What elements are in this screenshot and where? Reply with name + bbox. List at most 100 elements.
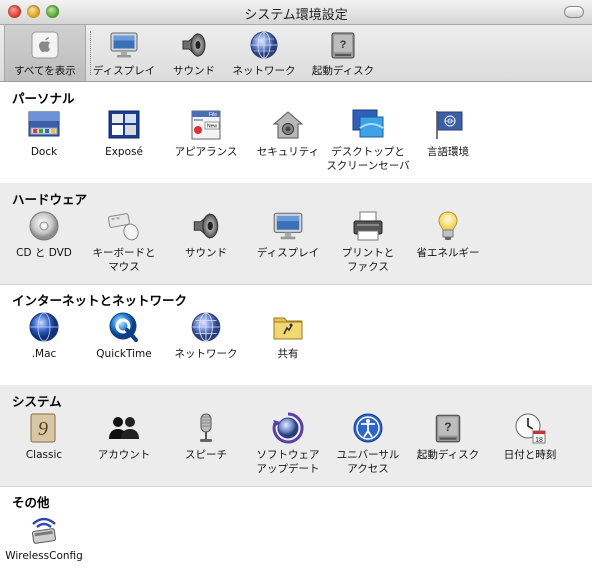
- pref-pane-label: アカウント: [97, 449, 151, 461]
- pref-pane-expose[interactable]: Exposé: [80, 108, 168, 159]
- pref-pane-quicktime[interactable]: QuickTime: [80, 310, 168, 361]
- window-title: システム環境設定: [244, 8, 348, 23]
- toolbar-item-globe[interactable]: ネットワーク: [226, 25, 302, 81]
- toolbar-item-hard-disk[interactable]: ? 起動ディスク: [302, 25, 384, 81]
- section-3: インターネットとネットワーク .Mac QuickTime ネットワーク 共有: [0, 284, 592, 386]
- svg-text:File: File: [209, 112, 217, 118]
- globe-icon: [189, 310, 223, 344]
- dotmac-globe-icon: [27, 310, 61, 344]
- toolbar-item-label: ディスプレイ: [92, 65, 156, 77]
- pref-pane-label: アピアランス: [174, 146, 238, 158]
- globe-icon: [248, 29, 280, 61]
- desktop-icon: [351, 108, 385, 142]
- pref-pane-label: ソフトウェア アップデート: [256, 449, 320, 475]
- toolbar-separator: [90, 31, 91, 75]
- dock-icon: [27, 108, 61, 142]
- toolbar-item-label: 起動ディスク: [311, 65, 375, 77]
- section-title: パーソナル: [12, 91, 75, 106]
- expose-icon: [107, 108, 141, 142]
- pref-pane-label: 共有: [277, 348, 299, 360]
- pref-pane-label: Exposé: [105, 146, 143, 158]
- toolbar-item-label: すべてを表示: [14, 65, 76, 77]
- security-house-icon: [271, 108, 305, 142]
- pref-pane-label: WirelessConfig: [5, 550, 83, 562]
- toolbar-toggle-button[interactable]: [564, 6, 584, 18]
- pref-pane-label: 省エネルギー: [416, 247, 480, 259]
- clock-calendar-icon: 18: [513, 411, 547, 445]
- pref-pane-un-flag[interactable]: 言語環境: [404, 108, 492, 159]
- classic-icon: 9: [27, 411, 61, 445]
- section-title: インターネットとネットワーク: [12, 293, 188, 308]
- toolbar-item-label: サウンド: [173, 65, 215, 77]
- pref-pane-label: サウンド: [185, 247, 227, 259]
- pref-pane-label: 起動ディスク: [416, 449, 480, 461]
- lightbulb-icon: [431, 209, 465, 243]
- title-bar[interactable]: システム環境設定: [0, 0, 592, 25]
- section-title: ハードウェア: [12, 192, 88, 207]
- pref-pane-software-update[interactable]: ソフトウェア アップデート: [244, 411, 332, 476]
- un-flag-icon: [431, 108, 465, 142]
- svg-text:18: 18: [535, 437, 543, 444]
- toolbar-item-display[interactable]: ディスプレイ: [86, 25, 162, 81]
- pref-pane-label: ネットワーク: [174, 348, 238, 360]
- pref-pane-security-house[interactable]: セキュリティ: [244, 108, 332, 159]
- pref-pane-cd[interactable]: CD と DVD: [0, 209, 88, 260]
- pref-pane-label: 言語環境: [427, 146, 469, 158]
- pref-pane-label: キーボードと マウス: [92, 247, 156, 273]
- pref-pane-display[interactable]: ディスプレイ: [244, 209, 332, 260]
- section-1: パーソナル Dock Exposé File New アピアランス セキュリティ デスクトップ…: [0, 82, 592, 184]
- svg-text:New: New: [207, 124, 217, 130]
- universal-access-icon: [351, 411, 385, 445]
- software-update-icon: [271, 411, 305, 445]
- apple-logo-icon: [29, 29, 61, 61]
- svg-text:9: 9: [38, 418, 48, 440]
- pref-pane-label: スピーチ: [185, 449, 227, 461]
- section-2: ハードウェア CD と DVD キーボードと マウス サウンド ディスプレイ プリントと ファ…: [0, 183, 592, 285]
- pref-pane-sharing-folder[interactable]: 共有: [244, 310, 332, 361]
- display-icon: [108, 29, 140, 61]
- pref-pane-label: ディスプレイ: [256, 247, 320, 259]
- pref-pane-label: ユニバーサル アクセス: [336, 449, 400, 475]
- toolbar-item-label: ネットワーク: [232, 65, 296, 77]
- section-5: その他 WirelessConfig: [0, 486, 592, 585]
- accounts-icon: [107, 411, 141, 445]
- pref-pane-label: デスクトップと スクリーンセーバ: [326, 146, 410, 172]
- pref-pane-label: CD と DVD: [16, 247, 72, 259]
- pref-pane-universal-access[interactable]: ユニバーサル アクセス: [324, 411, 412, 476]
- quicktime-icon: [107, 310, 141, 344]
- svg-text:?: ?: [340, 39, 347, 51]
- pref-pane-classic[interactable]: 9 Classic: [0, 411, 88, 462]
- sharing-folder-icon: [271, 310, 305, 344]
- section-title: システム: [12, 394, 62, 409]
- toolbar-item-speaker[interactable]: サウンド: [162, 25, 226, 81]
- pref-pane-keyboard-mouse[interactable]: キーボードと マウス: [80, 209, 168, 274]
- speaker-icon: [178, 29, 210, 61]
- pref-pane-label: Dock: [30, 146, 58, 158]
- section-title: その他: [12, 495, 50, 510]
- pref-pane-desktop[interactable]: デスクトップと スクリーンセーバ: [324, 108, 412, 173]
- pref-pane-lightbulb[interactable]: 省エネルギー: [404, 209, 492, 260]
- pref-pane-label: プリントと ファクス: [341, 247, 395, 273]
- system-preferences-window: システム環境設定 すべてを表示 ディスプレイ サウンド ネットワーク? 起動ディスク パ…: [0, 0, 592, 585]
- keyboard-mouse-icon: [107, 209, 141, 243]
- hard-disk-icon: ?: [431, 411, 465, 445]
- pref-pane-microphone[interactable]: スピーチ: [162, 411, 250, 462]
- pref-pane-label: .Mac: [31, 348, 57, 360]
- pref-pane-dotmac-globe[interactable]: .Mac: [0, 310, 88, 361]
- pref-pane-globe[interactable]: ネットワーク: [162, 310, 250, 361]
- appearance-icon: File New: [189, 108, 223, 142]
- pref-pane-dock[interactable]: Dock: [0, 108, 88, 159]
- pref-pane-printer[interactable]: プリントと ファクス: [324, 209, 412, 274]
- svg-text:?: ?: [444, 421, 451, 434]
- pref-pane-wireless-card[interactable]: WirelessConfig: [0, 512, 88, 563]
- printer-icon: [351, 209, 385, 243]
- pref-pane-clock-calendar[interactable]: 18 日付と時刻: [486, 411, 574, 462]
- pref-pane-hard-disk[interactable]: ? 起動ディスク: [404, 411, 492, 462]
- pref-pane-speaker[interactable]: サウンド: [162, 209, 250, 260]
- toolbar: すべてを表示 ディスプレイ サウンド ネットワーク? 起動ディスク: [0, 25, 592, 82]
- display-icon: [271, 209, 305, 243]
- pref-pane-accounts[interactable]: アカウント: [80, 411, 168, 462]
- toolbar-item-apple-logo[interactable]: すべてを表示: [4, 25, 86, 81]
- pref-pane-appearance[interactable]: File New アピアランス: [162, 108, 250, 159]
- speaker-icon: [189, 209, 223, 243]
